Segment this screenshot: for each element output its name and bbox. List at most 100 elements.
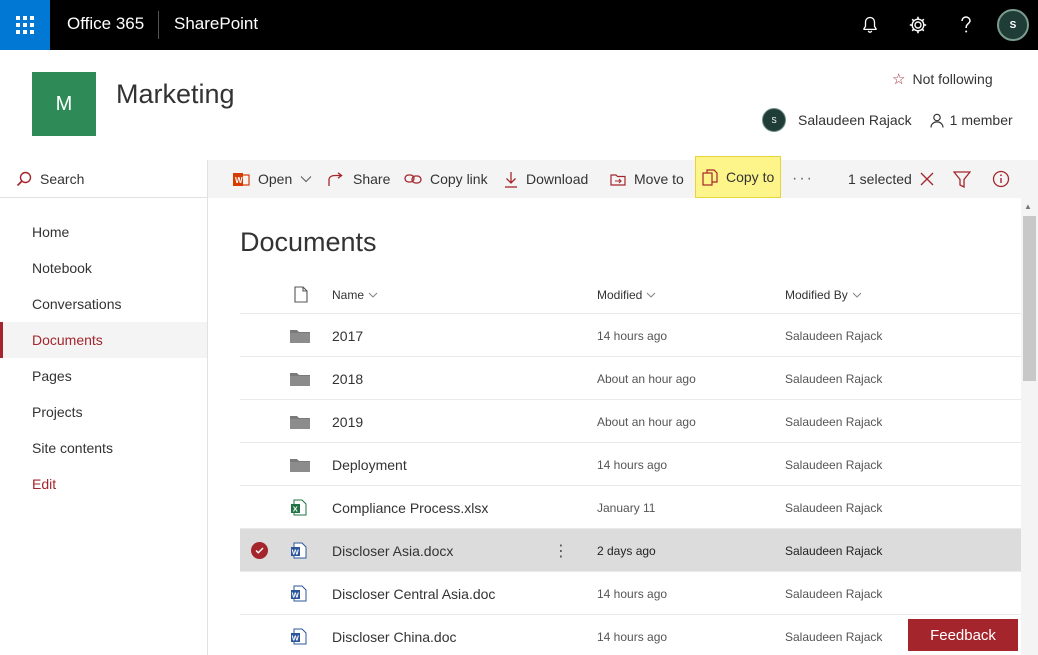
open-button[interactable]: W Open bbox=[232, 160, 312, 198]
modified-by-value[interactable]: Salaudeen Rajack bbox=[785, 400, 882, 443]
suite-divider bbox=[158, 11, 159, 39]
modified-by-value[interactable]: Salaudeen Rajack bbox=[785, 314, 882, 357]
suite-app-name[interactable]: Office 365 bbox=[67, 14, 144, 34]
nav-item-label: Documents bbox=[32, 332, 103, 348]
column-header-name[interactable]: Name bbox=[332, 288, 378, 302]
nav-item-pages[interactable]: Pages bbox=[0, 358, 207, 394]
table-row[interactable]: 2018 About an hour ago Salaudeen Rajack bbox=[240, 357, 1021, 400]
table-row[interactable]: 2017 14 hours ago Salaudeen Rajack bbox=[240, 314, 1021, 357]
user-avatar-button[interactable]: S bbox=[997, 9, 1029, 41]
table-row[interactable]: W Discloser Central Asia.doc 14 hours ag… bbox=[240, 572, 1021, 615]
settings-button[interactable] bbox=[906, 13, 930, 37]
file-name-link[interactable]: 2019 bbox=[332, 400, 363, 443]
share-button[interactable]: Share bbox=[328, 160, 390, 198]
modified-by-value[interactable]: Salaudeen Rajack bbox=[785, 443, 882, 486]
site-logo-letter: M bbox=[55, 92, 73, 115]
scroll-up-arrow-icon[interactable]: ▲ bbox=[1024, 202, 1032, 211]
help-button[interactable] bbox=[954, 13, 978, 37]
file-name-link[interactable]: 2018 bbox=[332, 357, 363, 400]
row-checkmark-icon[interactable] bbox=[251, 542, 268, 559]
suite-product-name[interactable]: SharePoint bbox=[174, 14, 258, 34]
nav-item-site-contents[interactable]: Site contents bbox=[0, 430, 207, 466]
folder-icon bbox=[290, 400, 310, 443]
modified-by-value[interactable]: Salaudeen Rajack bbox=[785, 357, 882, 400]
info-pane-button[interactable] bbox=[992, 160, 1010, 198]
copy-link-button[interactable]: Copy link bbox=[404, 160, 488, 198]
modified-by-value[interactable]: Salaudeen Rajack bbox=[785, 486, 882, 529]
table-row-selected[interactable]: W Discloser Asia.docx ⋮ 2 days ago Salau… bbox=[240, 529, 1021, 572]
file-name-link[interactable]: Compliance Process.xlsx bbox=[332, 486, 488, 529]
follow-button[interactable]: ☆ Not following bbox=[892, 70, 993, 88]
close-icon[interactable] bbox=[920, 172, 934, 186]
avatar-initial: S bbox=[1009, 19, 1017, 31]
owner-name[interactable]: Salaudeen Rajack bbox=[798, 112, 912, 128]
link-icon bbox=[404, 174, 422, 184]
nav-item-home[interactable]: Home bbox=[0, 214, 207, 250]
more-actions-button[interactable]: ··· bbox=[792, 170, 814, 188]
office-open-icon: W bbox=[233, 172, 250, 186]
copy-to-button[interactable]: Copy to bbox=[695, 156, 782, 198]
row-more-actions-icon[interactable]: ⋮ bbox=[553, 529, 569, 572]
svg-text:W: W bbox=[235, 176, 243, 185]
left-nav: Home Notebook Conversations Documents Pa… bbox=[0, 214, 207, 502]
nav-item-label: Conversations bbox=[32, 296, 122, 312]
library-title: Documents bbox=[240, 227, 377, 257]
folder-icon bbox=[290, 357, 310, 400]
download-label: Download bbox=[526, 171, 589, 187]
modified-value: January 11 bbox=[597, 500, 656, 515]
file-name-link[interactable]: Discloser Asia.docx bbox=[332, 529, 453, 572]
chevron-down-icon bbox=[646, 292, 656, 298]
table-row[interactable]: 2019 About an hour ago Salaudeen Rajack bbox=[240, 400, 1021, 443]
scrollbar-thumb[interactable] bbox=[1023, 216, 1036, 381]
nav-item-conversations[interactable]: Conversations bbox=[0, 286, 207, 322]
feedback-button[interactable]: Feedback bbox=[908, 619, 1018, 651]
nav-edit-link[interactable]: Edit bbox=[0, 466, 207, 502]
file-name-link[interactable]: 2017 bbox=[332, 314, 363, 357]
file-name-link[interactable]: Discloser Central Asia.doc bbox=[332, 572, 495, 615]
nav-item-label: Projects bbox=[32, 404, 83, 420]
svg-text:X: X bbox=[293, 505, 298, 514]
column-header-modified[interactable]: Modified bbox=[597, 288, 656, 302]
file-type-column-header[interactable] bbox=[294, 286, 308, 303]
modified-by-value[interactable]: Salaudeen Rajack bbox=[785, 615, 882, 655]
move-to-label: Move to bbox=[634, 171, 684, 187]
nav-item-notebook[interactable]: Notebook bbox=[0, 250, 207, 286]
command-bar: W Open Share Copy link Download Move to … bbox=[208, 156, 1038, 198]
members-label: 1 member bbox=[949, 112, 1013, 128]
table-row[interactable]: X Compliance Process.xlsx January 11 Sal… bbox=[240, 486, 1021, 529]
nav-item-documents[interactable]: Documents bbox=[0, 322, 207, 358]
file-name-link[interactable]: Discloser China.doc bbox=[332, 615, 457, 655]
nav-item-projects[interactable]: Projects bbox=[0, 394, 207, 430]
filter-button[interactable] bbox=[953, 160, 971, 198]
table-row[interactable]: W Discloser China.doc 14 hours ago Salau… bbox=[240, 615, 1021, 655]
search-label: Search bbox=[40, 170, 85, 187]
nav-item-label: Notebook bbox=[32, 260, 92, 276]
selected-count-label: 1 selected bbox=[848, 171, 912, 187]
members-button[interactable]: 1 member bbox=[930, 112, 1013, 128]
modified-by-value[interactable]: Salaudeen Rajack bbox=[785, 529, 882, 572]
selection-count[interactable]: 1 selected bbox=[848, 160, 934, 198]
move-to-button[interactable]: Move to bbox=[610, 160, 684, 198]
nav-item-label: Pages bbox=[32, 368, 72, 384]
svg-text:W: W bbox=[292, 591, 300, 600]
site-title[interactable]: Marketing bbox=[116, 79, 235, 110]
app-launcher-button[interactable] bbox=[0, 0, 50, 50]
modified-by-value[interactable]: Salaudeen Rajack bbox=[785, 572, 882, 615]
filter-icon bbox=[953, 170, 971, 188]
notifications-button[interactable] bbox=[858, 13, 882, 37]
column-header-modified-by[interactable]: Modified By bbox=[785, 288, 862, 302]
file-name-link[interactable]: Deployment bbox=[332, 443, 407, 486]
word-file-icon: W bbox=[291, 572, 307, 615]
nav-item-label: Home bbox=[32, 224, 70, 240]
share-icon bbox=[328, 171, 343, 186]
nav-divider bbox=[207, 160, 208, 655]
site-logo[interactable]: M bbox=[32, 72, 96, 136]
download-button[interactable]: Download bbox=[504, 160, 588, 198]
search-box[interactable]: Search bbox=[0, 160, 207, 198]
modified-value: 14 hours ago bbox=[597, 586, 668, 601]
folder-icon bbox=[290, 443, 310, 486]
table-row[interactable]: Deployment 14 hours ago Salaudeen Rajack bbox=[240, 443, 1021, 486]
column-name-label: Name bbox=[332, 288, 365, 302]
svg-text:W: W bbox=[292, 634, 300, 643]
owner-avatar[interactable]: S bbox=[762, 108, 786, 132]
